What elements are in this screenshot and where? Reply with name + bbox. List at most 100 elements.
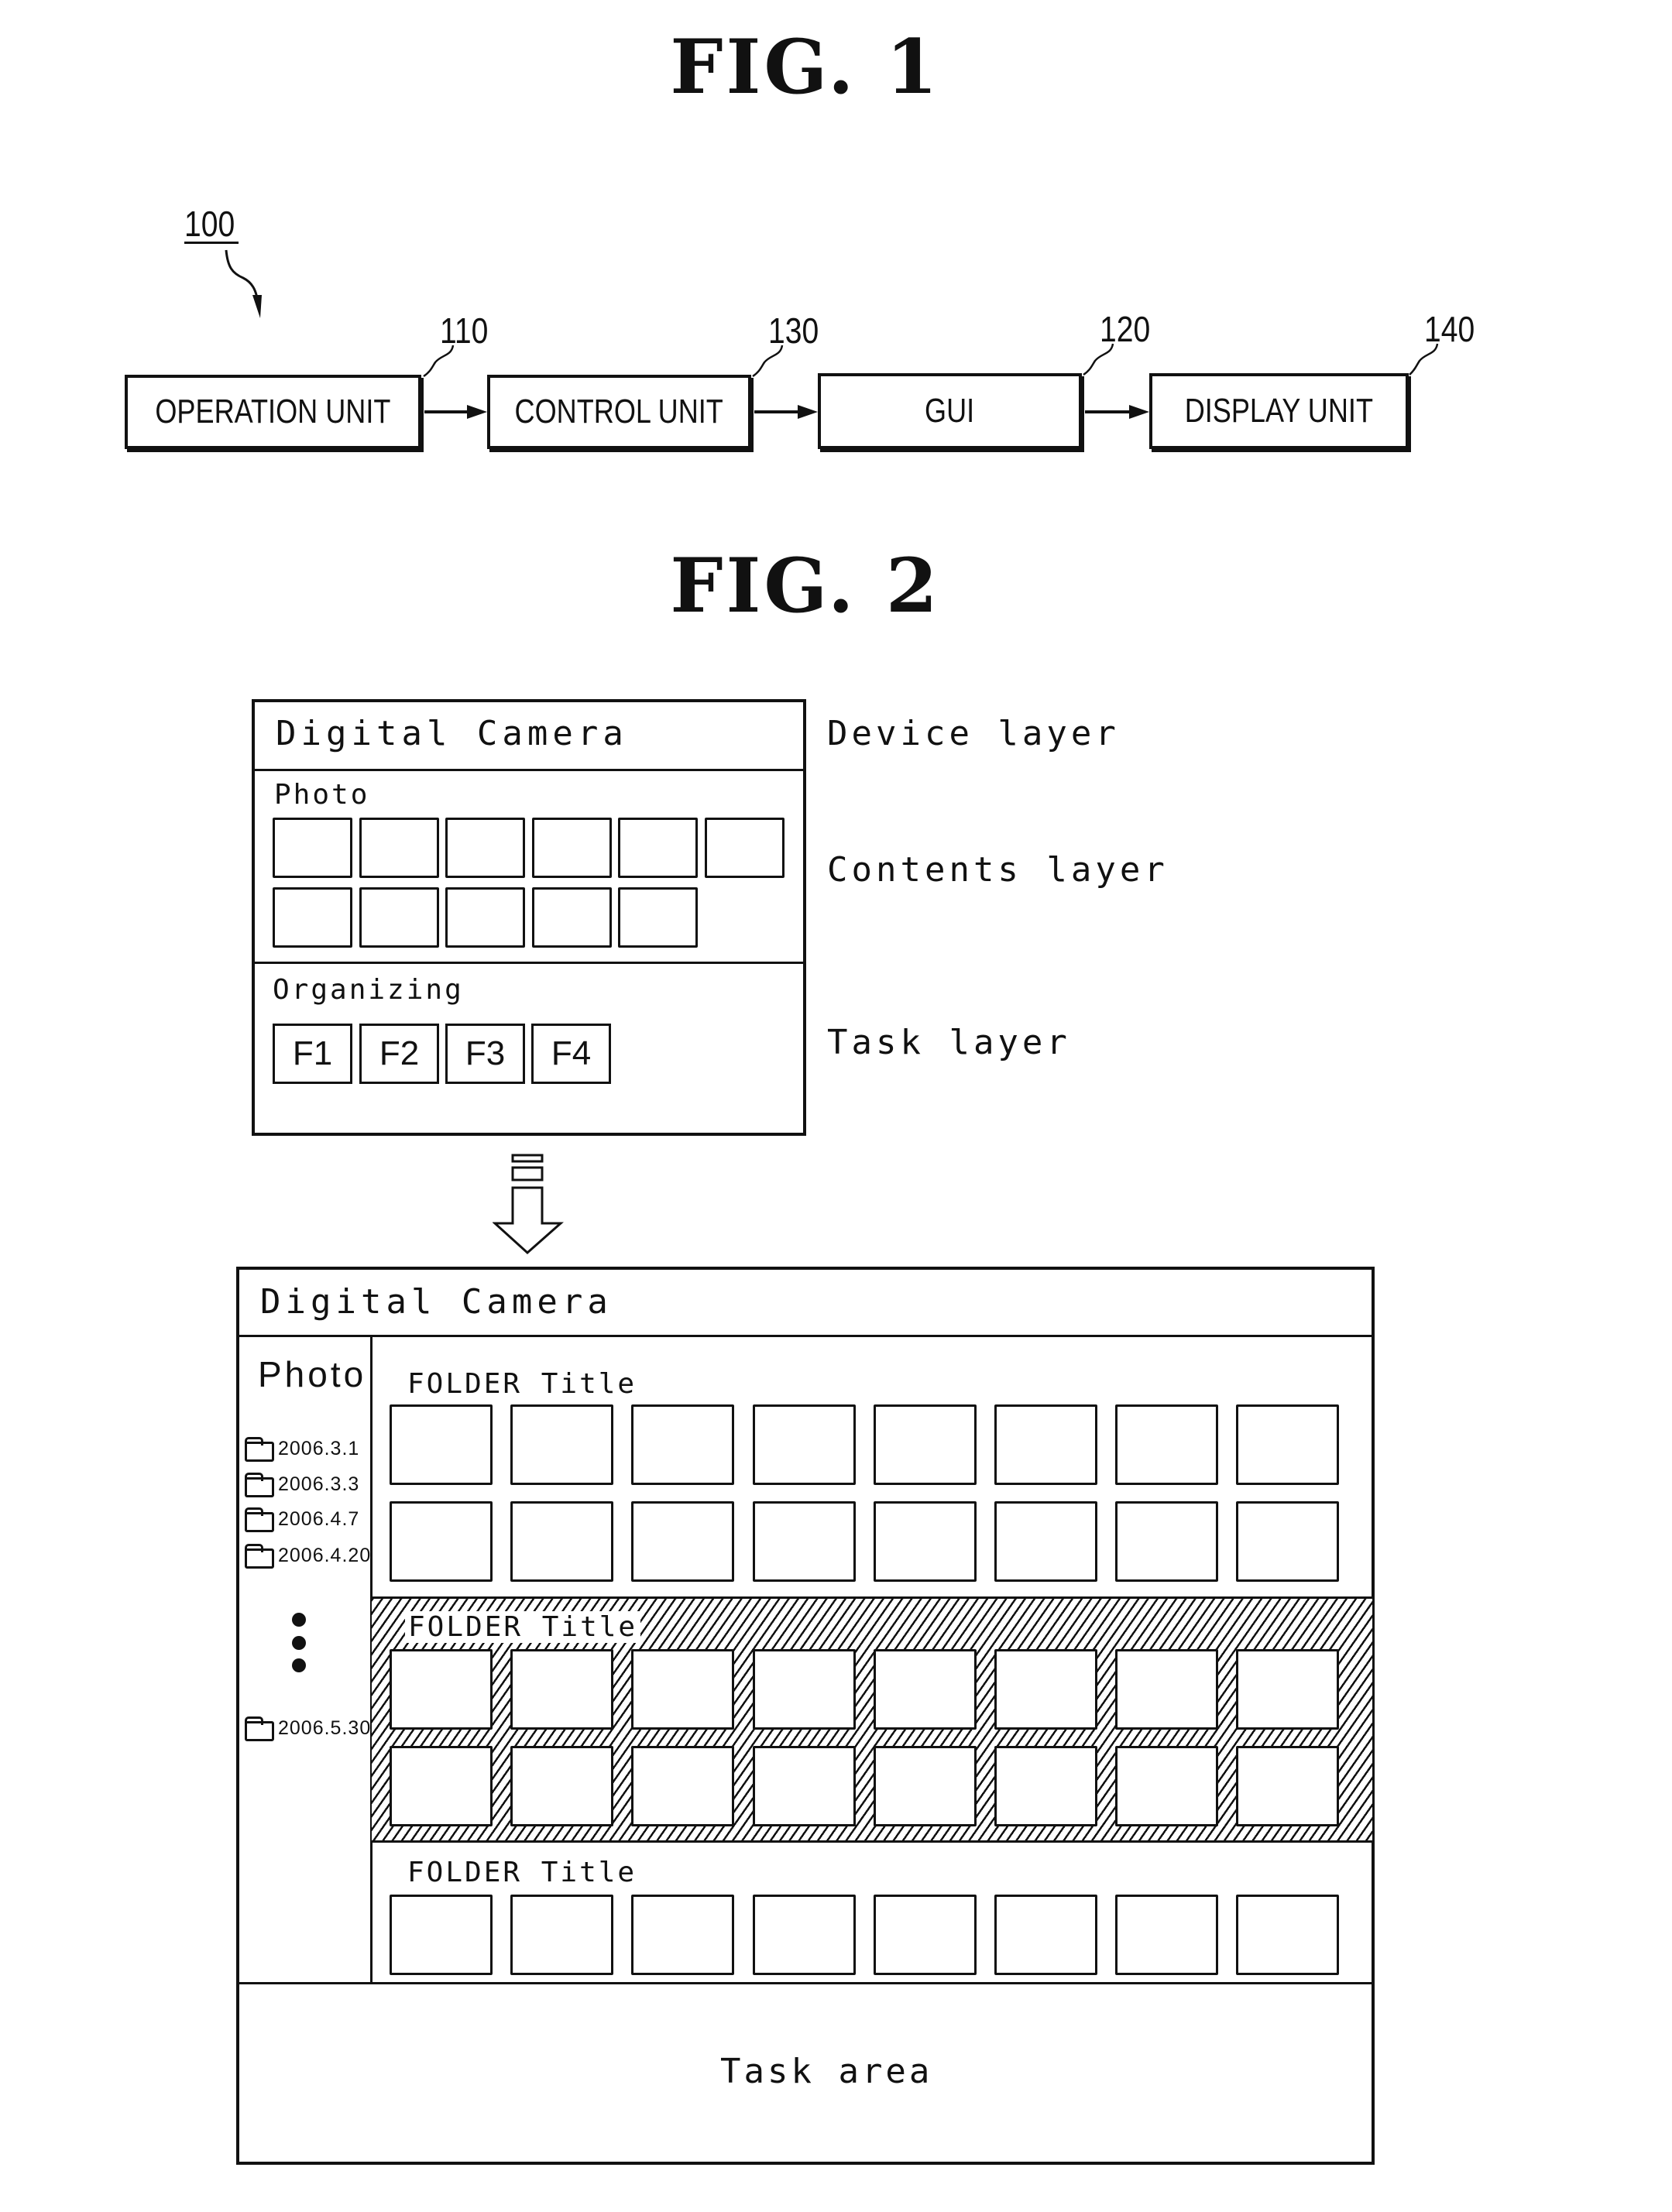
folder-section-title: FOLDER Title	[407, 1857, 637, 1888]
folder-photo-thumbnail[interactable]	[631, 1501, 735, 1582]
fig2-title: FIG. 2	[670, 542, 941, 629]
folder-photo-thumbnail[interactable]	[873, 1895, 977, 1975]
folder-photo-thumbnail[interactable]	[994, 1501, 1097, 1582]
arrow-op-to-control	[424, 410, 469, 413]
folder-photo-thumbnail[interactable]	[873, 1746, 977, 1826]
display-unit-block: DISPLAY UNIT	[1149, 373, 1409, 449]
folder-photo-thumbnail[interactable]	[1236, 1501, 1340, 1582]
transition-arrow-icon	[493, 1154, 564, 1255]
system-ref-leader	[225, 249, 262, 318]
folder-photo-thumbnail[interactable]	[994, 1895, 1097, 1975]
folder-photo-thumbnail[interactable]	[752, 1501, 856, 1582]
folder-photo-thumbnail[interactable]	[1236, 1746, 1340, 1826]
folder-photo-thumbnail[interactable]	[1236, 1649, 1340, 1730]
photo-thumbnail[interactable]	[618, 887, 698, 948]
folder-photo-thumbnail[interactable]	[390, 1746, 493, 1826]
sidebar-title: Photo	[258, 1354, 367, 1394]
fig1-title: FIG. 1	[670, 23, 941, 111]
device-layer-label: Device layer	[827, 714, 1120, 753]
folder-photo-thumbnail[interactable]	[994, 1404, 1097, 1485]
task-button-f4[interactable]: F4	[531, 1024, 611, 1084]
folder-photo-thumbnail[interactable]	[1115, 1404, 1219, 1485]
device-title: Digital Camera	[276, 714, 628, 753]
folder-icon	[245, 1437, 274, 1462]
photo-thumbnail[interactable]	[273, 887, 352, 948]
photo-thumbnail[interactable]	[359, 818, 439, 878]
task-button-f2[interactable]: F2	[359, 1024, 439, 1084]
folder-photo-thumbnail[interactable]	[510, 1895, 614, 1975]
folder-photo-thumbnail[interactable]	[752, 1404, 856, 1485]
photo-thumbnail[interactable]	[273, 818, 352, 878]
folder-icon	[245, 1716, 274, 1741]
folder-photo-thumbnail[interactable]	[994, 1649, 1097, 1730]
task-button-f3[interactable]: F3	[445, 1024, 525, 1084]
ellipsis-dot-icon	[292, 1613, 306, 1627]
control-unit-label: CONTROL UNIT	[514, 393, 724, 430]
folder-photo-thumbnail[interactable]	[1236, 1895, 1340, 1975]
arrow-gui-to-display	[1085, 410, 1130, 413]
folder-photo-thumbnail[interactable]	[752, 1895, 856, 1975]
task-title: Organizing	[273, 974, 464, 1006]
folder-photo-thumbnail[interactable]	[1236, 1404, 1340, 1485]
folder-photo-thumbnail[interactable]	[752, 1746, 856, 1826]
ellipsis-dot-icon	[292, 1658, 306, 1672]
display-unit-label: DISPLAY UNIT	[1184, 392, 1374, 430]
control-unit-block: CONTROL UNIT	[487, 375, 751, 449]
folder-section-title: FOLDER Title	[407, 1368, 637, 1400]
folder-date: 2006.4.7	[278, 1508, 360, 1530]
photo-thumbnail[interactable]	[531, 887, 612, 948]
folder-photo-thumbnail[interactable]	[510, 1649, 614, 1730]
photo-thumbnail[interactable]	[359, 887, 439, 948]
photo-thumbnail[interactable]	[618, 818, 698, 878]
folder-photo-thumbnail[interactable]	[390, 1649, 493, 1730]
photo-thumbnail[interactable]	[531, 818, 612, 878]
gui-block: GUI	[818, 373, 1082, 449]
folder-section-title-selected: FOLDER Title	[405, 1611, 641, 1643]
folder-photo-thumbnail[interactable]	[510, 1404, 614, 1485]
photo-thumbnail[interactable]	[445, 818, 525, 878]
folder-photo-thumbnail[interactable]	[510, 1746, 614, 1826]
folder-photo-thumbnail[interactable]	[631, 1649, 735, 1730]
folder-date: 2006.5.30	[278, 1717, 372, 1739]
folder-icon	[245, 1544, 274, 1569]
contents-layer-divider	[252, 962, 806, 964]
folder-photo-thumbnail[interactable]	[390, 1895, 493, 1975]
photo-thumbnail[interactable]	[704, 818, 785, 878]
folder-photo-thumbnail[interactable]	[873, 1501, 977, 1582]
ref-leaders	[423, 343, 1439, 378]
folder-photo-thumbnail[interactable]	[390, 1501, 493, 1582]
folder-photo-thumbnail[interactable]	[873, 1649, 977, 1730]
folder-photo-thumbnail[interactable]	[1115, 1649, 1219, 1730]
task-layer-label: Task layer	[827, 1023, 1071, 1062]
task-area-divider	[236, 1982, 1375, 1984]
device-layer-divider	[252, 769, 806, 771]
system-ref-label: 100	[184, 204, 235, 244]
operation-unit-label: OPERATION UNIT	[155, 393, 391, 430]
contents-layer-label: Contents layer	[827, 850, 1169, 890]
header-divider	[236, 1335, 1375, 1337]
operation-unit-block: OPERATION UNIT	[125, 375, 421, 449]
folder-photo-thumbnail[interactable]	[873, 1404, 977, 1485]
arrow-control-to-gui	[754, 410, 799, 413]
folder-icon	[245, 1473, 274, 1497]
arrowhead-icon	[467, 405, 487, 419]
ellipsis-dot-icon	[292, 1636, 306, 1650]
folder-photo-thumbnail[interactable]	[631, 1404, 735, 1485]
photo-thumbnail[interactable]	[445, 887, 525, 948]
folder-photo-thumbnail[interactable]	[1115, 1895, 1219, 1975]
folder-date: 2006.4.20	[278, 1545, 372, 1566]
folder-photo-thumbnail[interactable]	[510, 1501, 614, 1582]
folder-photo-thumbnail[interactable]	[390, 1404, 493, 1485]
folder-icon	[245, 1507, 274, 1532]
arrowhead-icon	[798, 405, 818, 419]
task-area-label: Task area	[720, 2052, 933, 2091]
folder-photo-thumbnail[interactable]	[994, 1746, 1097, 1826]
folder-photo-thumbnail[interactable]	[752, 1649, 856, 1730]
folder-date: 2006.3.3	[278, 1473, 360, 1495]
folder-photo-thumbnail[interactable]	[631, 1746, 735, 1826]
task-button-f1[interactable]: F1	[273, 1024, 352, 1084]
folder-photo-thumbnail[interactable]	[1115, 1501, 1219, 1582]
arrowhead-icon	[1129, 405, 1149, 419]
folder-photo-thumbnail[interactable]	[631, 1895, 735, 1975]
folder-photo-thumbnail[interactable]	[1115, 1746, 1219, 1826]
